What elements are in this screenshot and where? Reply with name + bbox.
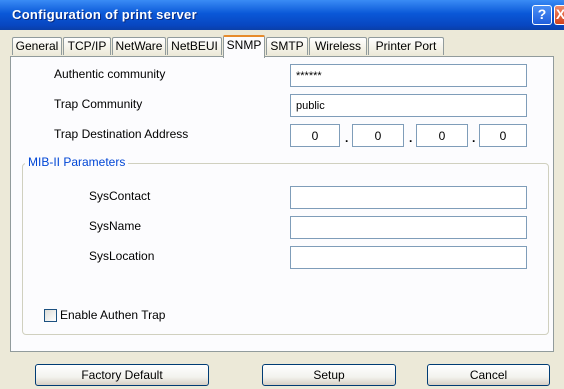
tab-tcpip[interactable]: TCP/IP [63, 37, 111, 55]
ip-separator: . [472, 131, 476, 145]
setup-button[interactable]: Setup [262, 364, 396, 386]
factory-default-button[interactable]: Factory Default [35, 364, 209, 386]
sysname-label: SysName [89, 219, 142, 233]
syscontact-field[interactable] [290, 186, 527, 209]
tab-snmp[interactable]: SNMP [223, 35, 265, 58]
trap-destination-octet-1[interactable] [290, 124, 340, 147]
enable-authen-trap-checkbox[interactable] [44, 309, 57, 322]
title-bar: Configuration of print server ? X [0, 0, 564, 30]
tab-general[interactable]: General [12, 37, 62, 55]
mib-ii-title: MIB-II Parameters [25, 155, 129, 169]
tab-printer-port[interactable]: Printer Port [368, 37, 444, 55]
tab-smtp[interactable]: SMTP [266, 37, 308, 55]
trap-community-label: Trap Community [54, 97, 143, 111]
ip-separator: . [409, 131, 413, 145]
tab-wireless[interactable]: Wireless [309, 37, 367, 55]
window-title: Configuration of print server [12, 7, 197, 22]
tab-netware[interactable]: NetWare [112, 37, 166, 55]
trap-destination-label: Trap Destination Address [54, 127, 189, 141]
ip-separator: . [345, 131, 349, 145]
syslocation-label: SysLocation [89, 249, 155, 263]
snmp-panel: Authentic community Trap Community Trap … [10, 56, 554, 352]
tab-netbeui[interactable]: NetBEUI [167, 37, 222, 55]
trap-community-field[interactable] [290, 94, 527, 117]
close-icon: X [556, 6, 564, 22]
cancel-button[interactable]: Cancel [427, 364, 550, 386]
syscontact-label: SysContact [89, 189, 151, 203]
close-button[interactable]: X [554, 5, 564, 25]
dialog-client: General TCP/IP NetWare NetBEUI SNMP SMTP… [4, 30, 560, 386]
authentic-community-field[interactable] [290, 64, 527, 87]
trap-destination-octet-3[interactable] [416, 124, 468, 147]
trap-destination-octet-2[interactable] [352, 124, 404, 147]
syslocation-field[interactable] [290, 246, 527, 269]
trap-destination-octet-4[interactable] [479, 124, 527, 147]
help-button[interactable]: ? [532, 5, 552, 25]
enable-authen-trap-label[interactable]: Enable Authen Trap [60, 308, 165, 322]
sysname-field[interactable] [290, 216, 527, 239]
help-icon: ? [537, 6, 547, 22]
authentic-community-label: Authentic community [54, 67, 166, 81]
